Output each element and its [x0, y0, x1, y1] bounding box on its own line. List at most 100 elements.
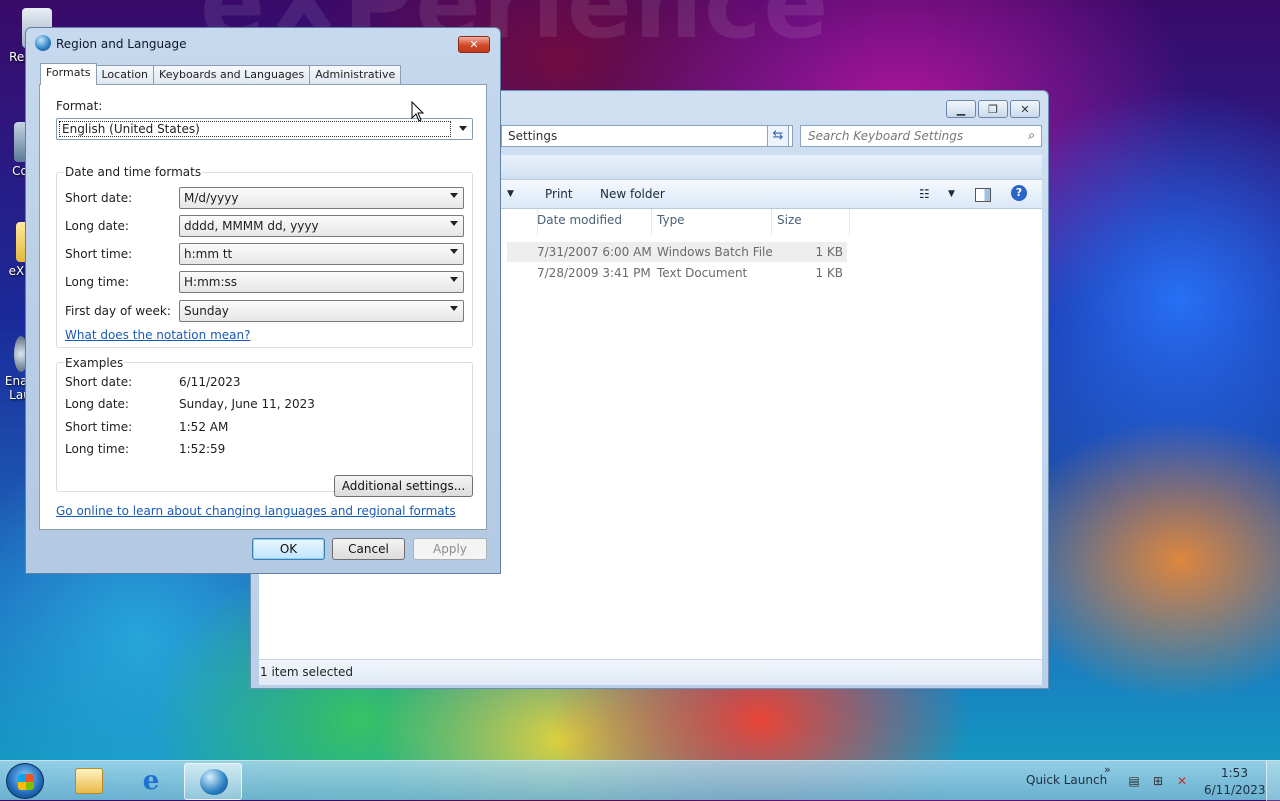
dialog-close-button[interactable]: ✕	[458, 36, 490, 53]
example-long-time-value: 1:52:59	[179, 442, 226, 456]
minimize-icon: ▁	[956, 102, 966, 116]
status-bar: 1 item selected	[259, 659, 1042, 685]
column-divider	[771, 209, 772, 235]
format-label: Format:	[56, 99, 103, 113]
search-placeholder: Search Keyboard Settings	[808, 129, 964, 143]
format-value: English (United States)	[59, 121, 451, 137]
chevron-down-icon	[450, 221, 458, 226]
internet-explorer-icon: e	[142, 766, 160, 796]
search-input[interactable]: Search Keyboard Settings ⌕	[800, 125, 1042, 147]
taskbar-explorer-button[interactable]	[60, 763, 118, 800]
ok-button[interactable]: OK	[252, 538, 325, 560]
row-type: Windows Batch File	[657, 245, 773, 259]
minimize-button[interactable]: ▁	[946, 100, 976, 118]
chevron-down-icon	[450, 249, 458, 254]
short-time-value: h:mm tt	[184, 247, 233, 261]
quick-launch-chevron[interactable]: »	[1104, 763, 1111, 776]
new-folder-button[interactable]: New folder	[600, 187, 665, 201]
column-size[interactable]: Size	[777, 213, 802, 227]
cancel-button[interactable]: Cancel	[332, 538, 405, 560]
refresh-button[interactable]: ⇆	[767, 125, 789, 147]
organize-dropdown-icon[interactable]: ▼	[507, 189, 514, 199]
notation-link[interactable]: What does the notation mean?	[65, 328, 250, 342]
maximize-button[interactable]: ❐	[978, 100, 1008, 118]
column-date-modified[interactable]: Date modified	[537, 213, 622, 227]
row-type: Text Document	[657, 266, 748, 280]
volume-muted-icon[interactable]: ✕	[1174, 774, 1190, 788]
clock-date[interactable]: 6/11/2023	[1204, 783, 1266, 797]
explorer-close-button[interactable]: ✕	[1010, 100, 1040, 118]
online-help-link[interactable]: Go online to learn about changing langua…	[56, 504, 456, 518]
column-divider	[849, 209, 850, 235]
status-text: 1 item selected	[260, 665, 354, 679]
help-icon[interactable]: ?	[1011, 185, 1027, 201]
clock-time[interactable]: 1:53	[1221, 766, 1248, 780]
table-row[interactable]: 7/28/2009 3:41 PM Text Document 1 KB	[507, 263, 847, 283]
short-date-select[interactable]: M/d/yyyy	[179, 187, 464, 209]
example-short-time-value: 1:52 AM	[179, 420, 229, 434]
taskbar: e Quick Launch » ▤ ⊞ ✕ 1:53 6/11/2023	[0, 760, 1280, 801]
column-type[interactable]: Type	[657, 213, 685, 227]
row-size: 1 KB	[815, 245, 843, 259]
chevron-down-icon	[459, 126, 467, 131]
tab-keyboards-languages[interactable]: Keyboards and Languages	[153, 65, 311, 85]
tab-location[interactable]: Location	[95, 65, 155, 85]
windows-logo-icon	[18, 774, 34, 790]
datetime-group-title: Date and time formats	[64, 165, 203, 179]
close-icon: ✕	[1020, 102, 1030, 116]
apply-button[interactable]: Apply	[413, 538, 487, 560]
long-time-label: Long time:	[65, 275, 130, 289]
explorer-caption-buttons: ▁ ❐ ✕	[946, 100, 1040, 118]
long-date-label: Long date:	[65, 219, 129, 233]
example-short-date-value: 6/11/2023	[179, 375, 241, 389]
additional-settings-button[interactable]: Additional settings...	[334, 475, 473, 497]
taskbar-region-button[interactable]	[184, 763, 242, 800]
address-bar[interactable]: Settings ▼	[501, 125, 793, 147]
views-icon[interactable]: ☷	[919, 187, 930, 201]
first-day-select[interactable]: Sunday	[179, 300, 464, 322]
formats-panel: Format: English (United States) Date and…	[39, 84, 487, 530]
search-icon[interactable]: ⌕	[1028, 128, 1035, 143]
short-time-select[interactable]: h:mm tt	[179, 243, 464, 265]
table-row[interactable]: 7/31/2007 6:00 AM Windows Batch File 1 K…	[507, 242, 847, 262]
examples-group-title: Examples	[64, 356, 125, 370]
first-day-value: Sunday	[184, 304, 229, 318]
restore-icon: ❐	[988, 102, 998, 116]
explorer-icon	[75, 768, 103, 794]
address-text: Settings	[508, 129, 558, 143]
show-desktop-button[interactable]	[1266, 761, 1280, 801]
network-icon[interactable]: ⊞	[1150, 774, 1166, 788]
long-time-value: H:mm:ss	[184, 275, 237, 289]
example-long-time-label: Long time:	[65, 442, 130, 456]
chevron-down-icon	[450, 193, 458, 198]
row-date: 7/31/2007 6:00 AM	[537, 245, 652, 259]
example-short-date-label: Short date:	[65, 375, 133, 389]
example-long-date-label: Long date:	[65, 397, 129, 411]
views-dropdown-icon[interactable]: ▼	[948, 189, 955, 199]
print-button[interactable]: Print	[545, 187, 573, 201]
preview-pane-icon[interactable]	[975, 188, 991, 202]
document-icon[interactable]: ▤	[1128, 774, 1140, 788]
region-globe-icon	[200, 769, 228, 795]
short-time-label: Short time:	[65, 247, 133, 261]
globe-icon	[35, 35, 51, 51]
chevron-down-icon	[450, 277, 458, 282]
taskbar-ie-button[interactable]: e	[122, 763, 180, 800]
refresh-icon: ⇆	[772, 128, 784, 143]
mouse-cursor-icon	[411, 101, 425, 122]
chevron-down-icon	[450, 306, 458, 311]
example-short-time-label: Short time:	[65, 420, 133, 434]
long-time-select[interactable]: H:mm:ss	[179, 271, 464, 293]
tab-formats[interactable]: Formats	[40, 63, 97, 85]
start-button[interactable]	[6, 763, 44, 799]
long-date-select[interactable]: dddd, MMMM dd, yyyy	[179, 215, 464, 237]
short-date-value: M/d/yyyy	[184, 191, 239, 205]
row-size: 1 KB	[815, 266, 843, 280]
tab-administrative[interactable]: Administrative	[309, 65, 402, 85]
example-long-date-value: Sunday, June 11, 2023	[179, 397, 315, 411]
short-date-label: Short date:	[65, 191, 133, 205]
quick-launch-label[interactable]: Quick Launch	[1026, 773, 1107, 787]
region-language-dialog[interactable]: Region and Language ✕ Formats Location K…	[25, 27, 501, 574]
first-day-label: First day of week:	[65, 304, 171, 318]
row-date: 7/28/2009 3:41 PM	[537, 266, 651, 280]
